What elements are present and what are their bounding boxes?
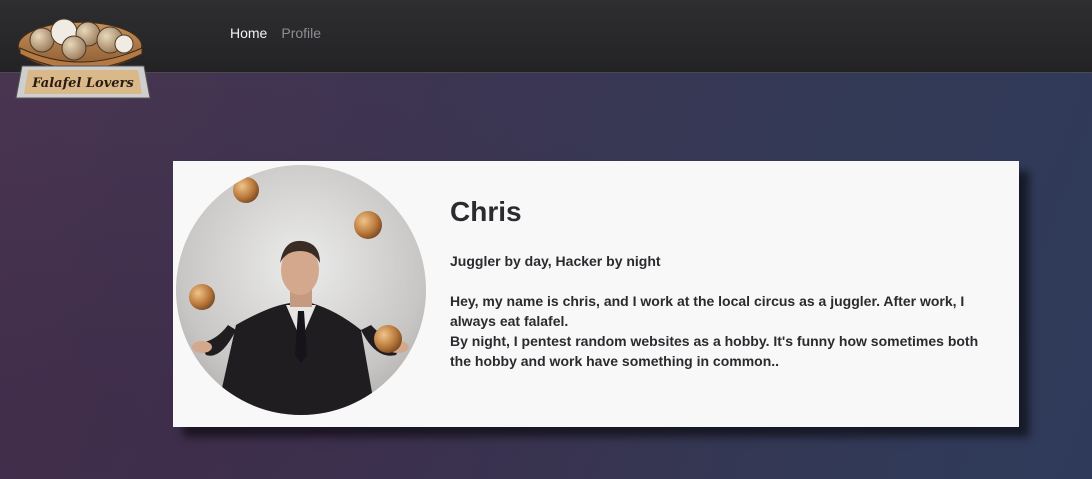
nav-home-link[interactable]: Home xyxy=(230,25,267,41)
juggling-ball xyxy=(189,284,215,310)
falafel-bowl-icon: Falafel Lovers xyxy=(15,18,151,99)
profile-name: Chris xyxy=(450,196,522,227)
falafel-lovers-logo[interactable]: Falafel Lovers xyxy=(12,14,154,102)
top-navbar: Home Profile xyxy=(0,0,1092,73)
nav-profile-link[interactable]: Profile xyxy=(281,25,321,41)
profile-tagline: Juggler by day, Hacker by night xyxy=(450,253,661,269)
juggling-ball xyxy=(354,211,382,239)
profile-text: Chris Juggler by day, Hacker by night He… xyxy=(450,195,995,371)
juggling-ball xyxy=(233,177,259,203)
juggler-image xyxy=(176,165,426,415)
logo-text: Falafel Lovers xyxy=(31,76,134,91)
bio-line-1: Hey, my name is chris, and I work at the… xyxy=(450,293,965,329)
profile-bio: Hey, my name is chris, and I work at the… xyxy=(450,291,995,371)
bio-line-2: By night, I pentest random websites as a… xyxy=(450,333,979,369)
profile-card: Chris Juggler by day, Hacker by night He… xyxy=(173,161,1019,427)
profile-avatar xyxy=(176,165,426,415)
nav-links: Home Profile xyxy=(230,25,321,41)
juggling-ball xyxy=(374,325,402,353)
